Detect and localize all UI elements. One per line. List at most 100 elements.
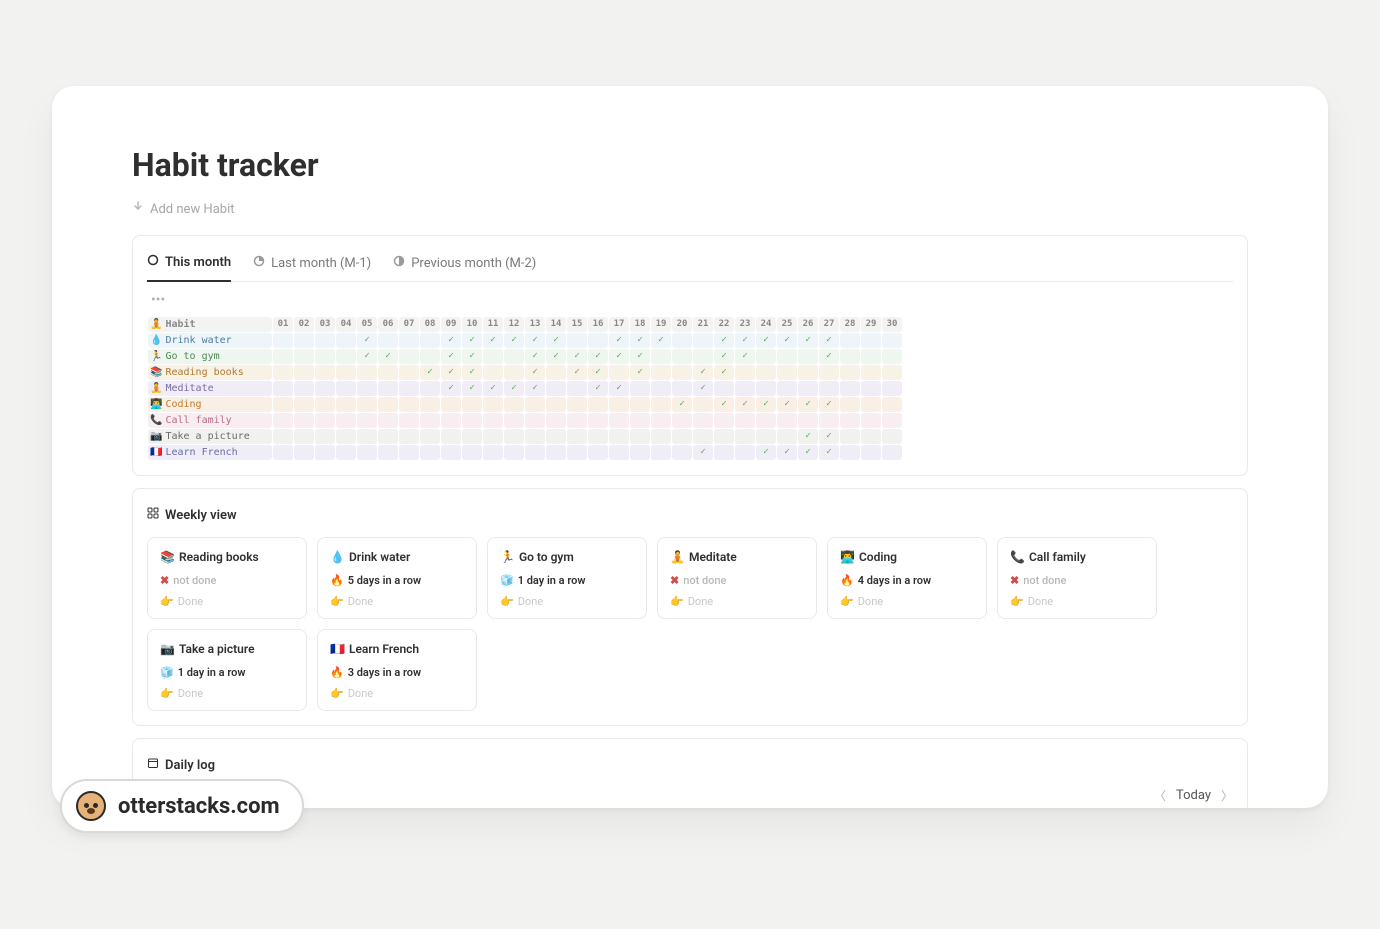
habit-cell[interactable]: [651, 413, 671, 428]
habit-cell[interactable]: [336, 413, 356, 428]
habit-cell[interactable]: ✓: [588, 349, 608, 364]
habit-cell[interactable]: ✓: [798, 445, 818, 460]
habit-cell[interactable]: ✓: [630, 349, 650, 364]
habit-cell[interactable]: ✓: [819, 397, 839, 412]
watermark-pill[interactable]: otterstacks.com: [60, 779, 304, 833]
habit-row-coding[interactable]: 👨‍💻Coding: [148, 397, 272, 412]
habit-cell[interactable]: [777, 349, 797, 364]
card-done-button[interactable]: 👉Done: [500, 595, 634, 608]
habit-cell[interactable]: [294, 349, 314, 364]
habit-row-meditate[interactable]: 🧘Meditate: [148, 381, 272, 396]
habit-cell[interactable]: [441, 413, 461, 428]
habit-cell[interactable]: [441, 397, 461, 412]
habit-cell[interactable]: [672, 365, 692, 380]
habit-cell[interactable]: [651, 429, 671, 444]
habit-cell[interactable]: [525, 397, 545, 412]
habit-cell[interactable]: ✓: [462, 349, 482, 364]
habit-cell[interactable]: [756, 381, 776, 396]
habit-cell[interactable]: [336, 365, 356, 380]
habit-cell[interactable]: ✓: [777, 445, 797, 460]
habit-cell[interactable]: [378, 429, 398, 444]
habit-cell[interactable]: [819, 413, 839, 428]
habit-cell[interactable]: ✓: [777, 333, 797, 348]
habit-cell[interactable]: [504, 349, 524, 364]
habit-cell[interactable]: ✓: [651, 333, 671, 348]
habit-cell[interactable]: [273, 413, 293, 428]
habit-cell[interactable]: [609, 413, 629, 428]
habit-cell[interactable]: ✓: [357, 333, 377, 348]
habit-cell[interactable]: ✓: [756, 445, 776, 460]
weekly-card[interactable]: 📚Reading books✖not done👉Done: [147, 537, 307, 619]
habit-cell[interactable]: [777, 413, 797, 428]
habit-cell[interactable]: [840, 349, 860, 364]
habit-cell[interactable]: [273, 365, 293, 380]
weekly-card[interactable]: 🧘Meditate✖not done👉Done: [657, 537, 817, 619]
habit-cell[interactable]: ✓: [525, 349, 545, 364]
habit-cell[interactable]: [525, 445, 545, 460]
habit-cell[interactable]: ✓: [357, 349, 377, 364]
habit-cell[interactable]: [693, 413, 713, 428]
habit-cell[interactable]: [504, 413, 524, 428]
habit-cell[interactable]: [336, 397, 356, 412]
habit-cell[interactable]: [651, 381, 671, 396]
weekly-card[interactable]: 📞Call family✖not done👉Done: [997, 537, 1157, 619]
habit-cell[interactable]: [756, 413, 776, 428]
habit-cell[interactable]: ✓: [756, 397, 776, 412]
tab-last-month[interactable]: Last month (M-1): [253, 255, 371, 281]
habit-cell[interactable]: [420, 429, 440, 444]
habit-cell[interactable]: ✓: [483, 381, 503, 396]
card-done-button[interactable]: 👉Done: [1010, 595, 1144, 608]
habit-cell[interactable]: [315, 365, 335, 380]
habit-cell[interactable]: [462, 397, 482, 412]
habit-cell[interactable]: [861, 445, 881, 460]
card-done-button[interactable]: 👉Done: [330, 595, 464, 608]
habit-cell[interactable]: [504, 397, 524, 412]
add-habit-button[interactable]: Add new Habit: [132, 201, 235, 217]
habit-cell[interactable]: [462, 445, 482, 460]
habit-cell[interactable]: [840, 429, 860, 444]
habit-cell[interactable]: [567, 445, 587, 460]
habit-cell[interactable]: [882, 445, 902, 460]
habit-cell[interactable]: ✓: [546, 349, 566, 364]
habit-cell[interactable]: [735, 445, 755, 460]
habit-cell[interactable]: ✓: [714, 397, 734, 412]
chevron-left-icon[interactable]: 〈: [1154, 787, 1166, 804]
habit-row-photo[interactable]: 📷Take a picture: [148, 429, 272, 444]
habit-cell[interactable]: [399, 381, 419, 396]
habit-cell[interactable]: [756, 365, 776, 380]
habit-cell[interactable]: [714, 429, 734, 444]
habit-cell[interactable]: [861, 349, 881, 364]
weekly-card[interactable]: 🇫🇷Learn French🔥3 days in a row👉Done: [317, 629, 477, 711]
habit-cell[interactable]: ✓: [504, 333, 524, 348]
habit-cell[interactable]: [693, 397, 713, 412]
habit-row-read[interactable]: 📚Reading books: [148, 365, 272, 380]
habit-cell[interactable]: [588, 445, 608, 460]
habit-cell[interactable]: [714, 413, 734, 428]
habit-cell[interactable]: ✓: [378, 349, 398, 364]
habit-cell[interactable]: [273, 397, 293, 412]
habit-cell[interactable]: ✓: [735, 333, 755, 348]
habit-cell[interactable]: ✓: [777, 397, 797, 412]
habit-cell[interactable]: [525, 429, 545, 444]
card-done-button[interactable]: 👉Done: [670, 595, 804, 608]
habit-cell[interactable]: [840, 381, 860, 396]
card-done-button[interactable]: 👉Done: [330, 687, 464, 700]
habit-cell[interactable]: ✓: [798, 429, 818, 444]
habit-cell[interactable]: [567, 381, 587, 396]
habit-cell[interactable]: [546, 429, 566, 444]
habit-cell[interactable]: [819, 381, 839, 396]
habit-cell[interactable]: [651, 349, 671, 364]
habit-cell[interactable]: [399, 429, 419, 444]
habit-cell[interactable]: [546, 365, 566, 380]
habit-cell[interactable]: [546, 381, 566, 396]
habit-cell[interactable]: ✓: [462, 365, 482, 380]
habit-cell[interactable]: [357, 429, 377, 444]
habit-cell[interactable]: [294, 445, 314, 460]
habit-cell[interactable]: [567, 413, 587, 428]
habit-cell[interactable]: [273, 429, 293, 444]
habit-cell[interactable]: [798, 365, 818, 380]
habit-cell[interactable]: ✓: [735, 349, 755, 364]
habit-cell[interactable]: ✓: [693, 445, 713, 460]
habit-cell[interactable]: [672, 381, 692, 396]
habit-cell[interactable]: [336, 429, 356, 444]
